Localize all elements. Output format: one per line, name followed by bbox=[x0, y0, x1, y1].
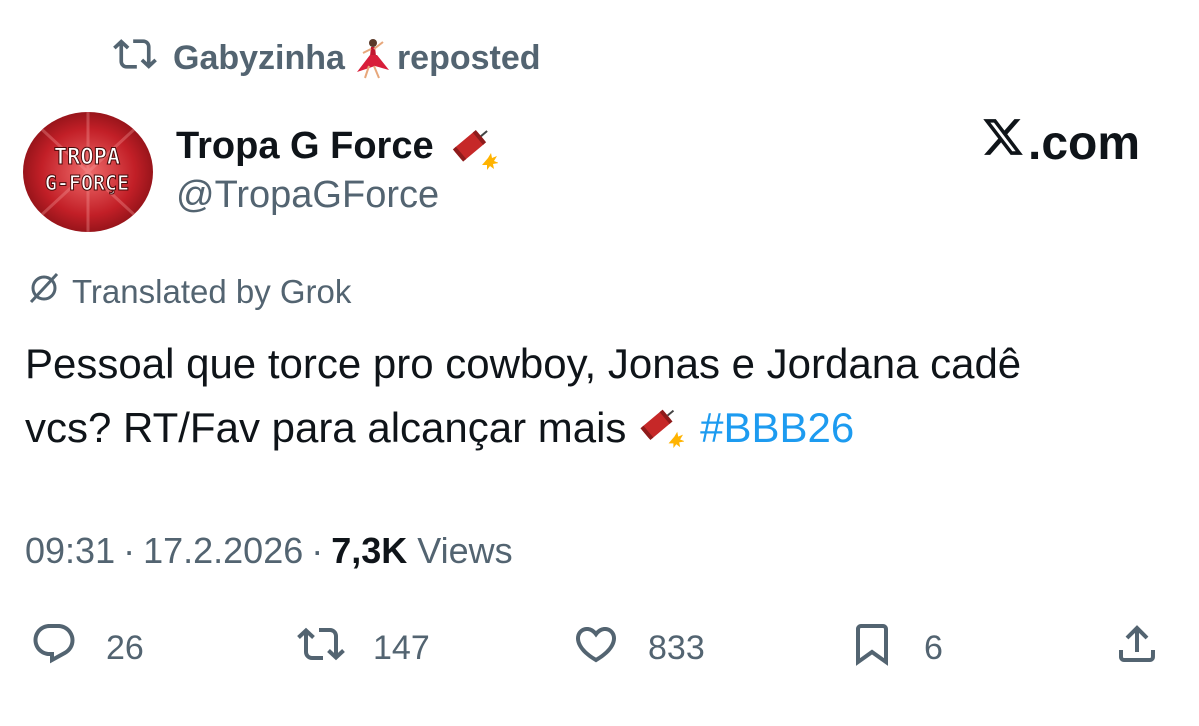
firecracker-emoji bbox=[630, 398, 686, 452]
display-name-text: Tropa G Force bbox=[176, 124, 434, 167]
share-button[interactable] bbox=[1113, 620, 1161, 677]
views-count: 7,3K bbox=[331, 530, 408, 571]
views-label: Views bbox=[417, 530, 513, 571]
tweet-time[interactable]: 09:31 bbox=[25, 530, 115, 572]
repost-header: Gabyzinha reposted bbox=[113, 36, 541, 80]
tweet-text: Pessoal que torce pro cowboy, Jonas e Jo… bbox=[25, 332, 1185, 460]
tweet-text-line2-wrap: vcs? RT/Fav para alcançar mais #BBB26 bbox=[25, 396, 1185, 460]
brand-domain: .com bbox=[1028, 116, 1141, 170]
tweet-text-line2: vcs? RT/Fav para alcançar mais bbox=[25, 404, 627, 451]
action-bar: 26 147 833 6 bbox=[0, 620, 1199, 680]
separator-dot: · bbox=[123, 530, 136, 571]
bookmark-icon bbox=[848, 620, 924, 677]
tweet-text-line1: Pessoal que torce pro cowboy, Jonas e Jo… bbox=[25, 340, 1022, 387]
avatar[interactable]: TROPA G-FORÇE bbox=[23, 112, 153, 232]
avatar-text-line1: TROPA bbox=[54, 145, 120, 170]
repost-count: 147 bbox=[373, 629, 430, 667]
x-logo-icon bbox=[980, 115, 1028, 171]
tweet-meta: 09:31 · 17.2.2026 · 7,3K Views bbox=[25, 530, 513, 572]
tweet-date[interactable]: 17.2.2026 bbox=[143, 530, 303, 572]
like-count: 833 bbox=[648, 629, 705, 667]
translation-label: Translated by Grok bbox=[72, 273, 352, 310]
brand: .com bbox=[980, 115, 1140, 171]
repost-button[interactable]: 147 bbox=[297, 620, 430, 677]
hashtag-link[interactable]: #BBB26 bbox=[700, 404, 854, 451]
bookmark-count: 6 bbox=[924, 629, 943, 667]
heart-icon bbox=[572, 620, 648, 677]
repost-icon bbox=[113, 32, 173, 85]
bookmark-button[interactable]: 6 bbox=[848, 620, 943, 677]
reposter-name[interactable]: Gabyzinha bbox=[173, 39, 345, 78]
like-button[interactable]: 833 bbox=[572, 620, 705, 677]
repost-suffix: reposted bbox=[396, 38, 541, 77]
reply-button[interactable]: 26 bbox=[30, 620, 144, 677]
reply-icon bbox=[30, 620, 106, 677]
share-icon bbox=[1113, 620, 1161, 677]
repost-icon bbox=[297, 620, 373, 677]
firecracker-emoji bbox=[442, 118, 499, 174]
separator-dot: · bbox=[311, 530, 324, 571]
avatar-text-line2: G-FORÇE bbox=[45, 171, 129, 195]
grok-icon bbox=[26, 270, 72, 314]
reply-count: 26 bbox=[106, 629, 144, 667]
translation-note[interactable]: Translated by Grok bbox=[26, 270, 351, 314]
display-name[interactable]: Tropa G Force bbox=[176, 118, 499, 174]
handle[interactable]: @TropaGForce bbox=[176, 174, 439, 217]
dancer-emoji bbox=[349, 36, 393, 80]
